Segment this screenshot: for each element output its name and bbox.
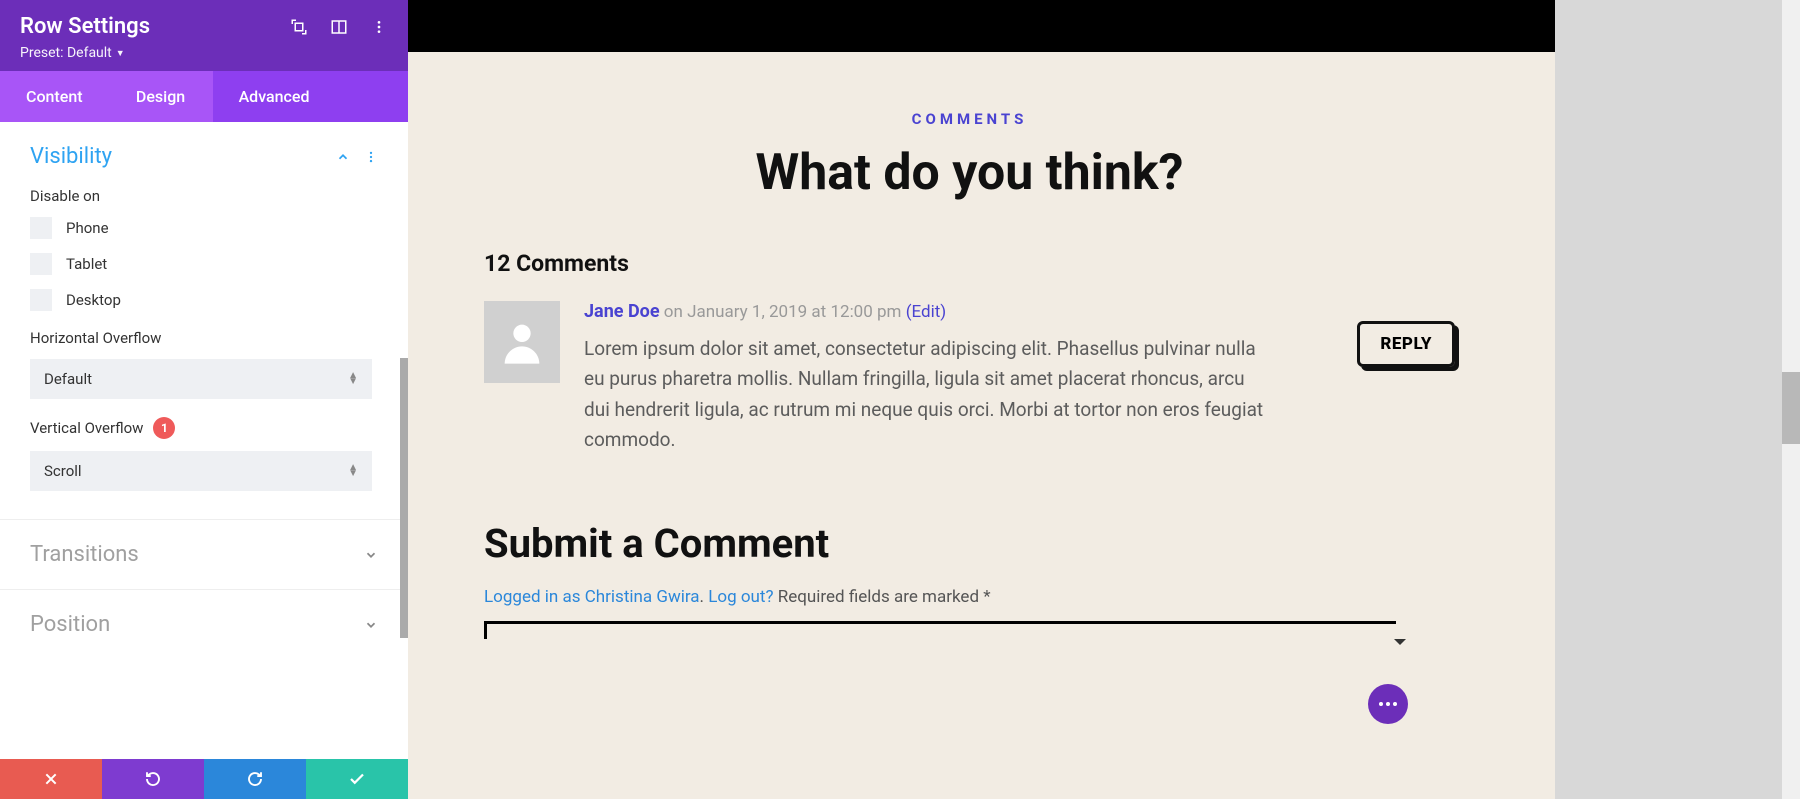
v-overflow-select[interactable]: Scroll▲▼ [30, 451, 372, 491]
save-button[interactable] [306, 759, 408, 799]
tabs: Content Design Advanced [0, 71, 408, 122]
section-visibility: Visibility Disable on Phone Tablet Deskt… [0, 122, 408, 520]
page-fab[interactable] [1368, 684, 1408, 724]
submit-meta: Logged in as Christina Gwira. Log out? R… [484, 587, 1455, 607]
h-overflow-select[interactable]: Default▲▼ [30, 359, 372, 399]
chevron-down-icon [364, 548, 378, 562]
checkbox-desktop[interactable] [30, 289, 52, 311]
comment-item: Jane Doe on January 1, 2019 at 12:00 pm … [484, 301, 1455, 456]
browser-scroll-thumb[interactable] [1782, 372, 1800, 444]
comment-meta: Jane Doe on January 1, 2019 at 12:00 pm … [584, 301, 1333, 322]
submit-heading: Submit a Comment [484, 520, 1455, 567]
cancel-button[interactable] [0, 759, 102, 799]
avatar [484, 301, 560, 383]
chevron-up-icon [336, 150, 350, 164]
label-desktop: Desktop [66, 291, 121, 309]
tab-advanced[interactable]: Advanced [213, 71, 408, 122]
preset-selector[interactable]: Preset: Default▼ [20, 45, 388, 61]
comments-count: 12 Comments [484, 250, 1455, 277]
undo-button[interactable] [102, 759, 204, 799]
expand-icon[interactable] [290, 18, 308, 36]
section-position[interactable]: Position [0, 590, 408, 659]
v-overflow-badge: 1 [153, 417, 175, 439]
edit-link[interactable]: (Edit) [906, 302, 947, 322]
checkbox-phone[interactable] [30, 217, 52, 239]
panel-title: Row Settings [20, 14, 150, 39]
comment-textarea[interactable] [484, 621, 1396, 639]
tab-content[interactable]: Content [0, 71, 109, 122]
settings-sidebar: Row Settings Preset: Default▼ Content De… [0, 0, 408, 799]
redo-button[interactable] [204, 759, 306, 799]
v-overflow-label: Vertical Overflow1 [30, 417, 378, 439]
sidebar-footer [0, 759, 408, 799]
preview-canvas: COMMENTS What do you think? 12 Comments … [408, 0, 1555, 799]
checkbox-tablet[interactable] [30, 253, 52, 275]
sidebar-body: Visibility Disable on Phone Tablet Deskt… [0, 122, 408, 759]
comment-body-text: Lorem ipsum dolor sit amet, consectetur … [584, 334, 1274, 456]
comments-heading: What do you think? [484, 144, 1455, 202]
more-icon[interactable] [364, 150, 378, 164]
logout-link[interactable]: Log out? [708, 587, 773, 607]
visibility-header[interactable]: Visibility [30, 144, 378, 169]
logged-in-link[interactable]: Logged in as Christina Gwira [484, 587, 700, 607]
sidebar-header: Row Settings Preset: Default▼ [0, 0, 408, 71]
sidebar-scrollbar[interactable] [400, 358, 408, 638]
tab-design[interactable]: Design [109, 71, 213, 122]
preview-topbar [408, 0, 1555, 52]
label-phone: Phone [66, 219, 109, 237]
disable-on-label: Disable on [30, 187, 378, 205]
comments-eyebrow: COMMENTS [484, 110, 1455, 128]
browser-scrollbar[interactable] [1782, 0, 1800, 799]
section-transitions[interactable]: Transitions [0, 520, 408, 590]
preview-page: COMMENTS What do you think? 12 Comments … [408, 52, 1555, 799]
columns-icon[interactable] [330, 18, 348, 36]
more-icon[interactable] [370, 18, 388, 36]
reply-button[interactable]: REPLY [1357, 321, 1455, 367]
label-tablet: Tablet [66, 255, 107, 273]
h-overflow-label: Horizontal Overflow [30, 329, 378, 347]
comment-author[interactable]: Jane Doe [584, 301, 660, 322]
chevron-down-icon [364, 618, 378, 632]
